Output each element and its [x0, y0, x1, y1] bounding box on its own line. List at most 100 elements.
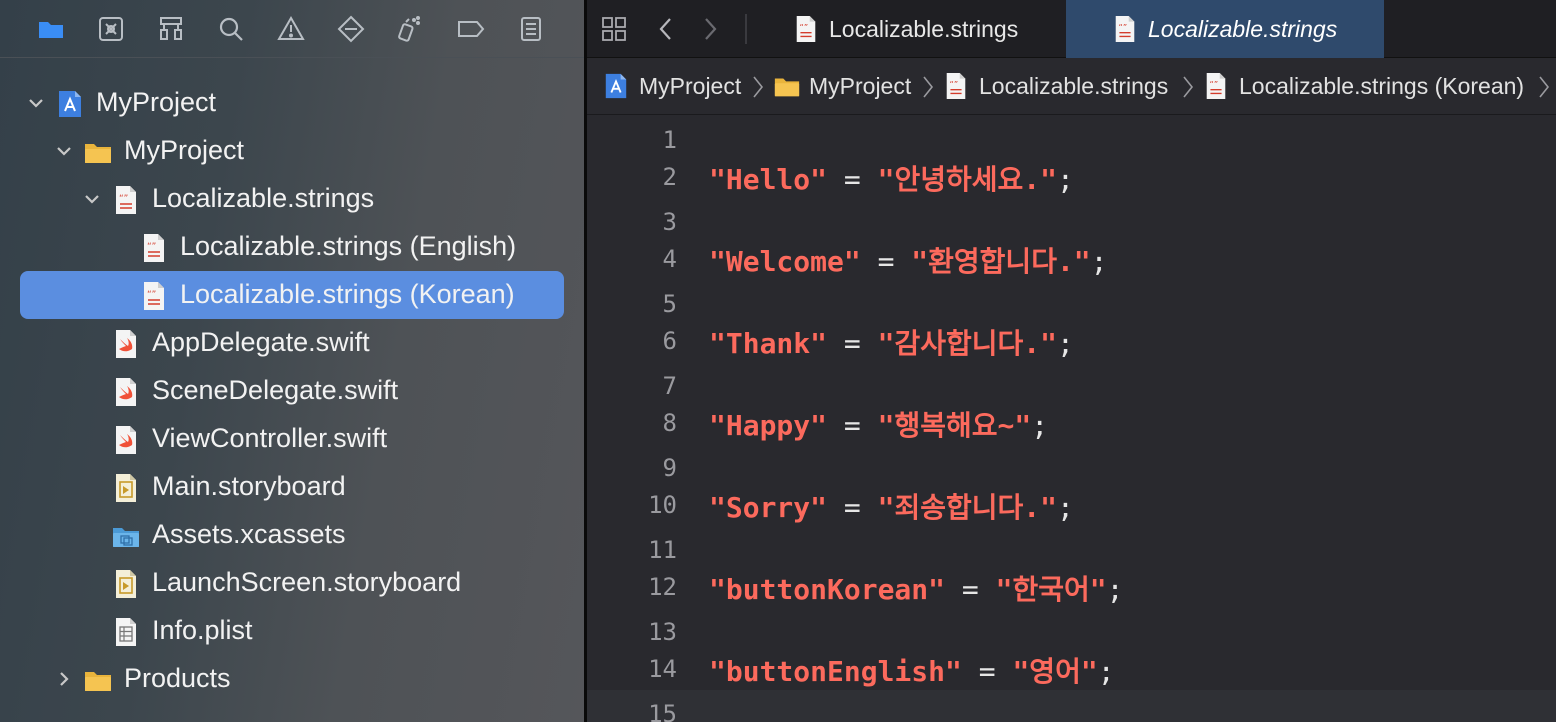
tree-item-appdelegate[interactable]: AppDelegate.swift: [0, 319, 584, 367]
tree-item-project[interactable]: MyProject: [0, 79, 584, 127]
semicolon: ;: [1056, 491, 1074, 524]
assignment-operator: =: [945, 573, 996, 606]
jump-bar: MyProject MyProject “” Localizable.strin…: [587, 58, 1556, 115]
svg-text:“”: “”: [950, 79, 959, 89]
strings-file-icon: “”: [140, 233, 168, 263]
string-key: "Hello": [709, 163, 828, 196]
storyboard-file-icon: [112, 569, 140, 599]
tab-localizable-korean[interactable]: “” Localizable.strings: [1066, 0, 1384, 58]
tab-localizable[interactable]: “” Localizable.strings: [779, 0, 1065, 58]
strings-file-icon: “”: [793, 15, 819, 43]
tree-item-localizable-group[interactable]: “” Localizable.strings: [0, 175, 584, 223]
plist-file-icon: [112, 617, 140, 647]
string-value: "죄송합니다.": [877, 491, 1057, 524]
tree-item-localizable-korean[interactable]: “” Localizable.strings (Korean): [0, 271, 584, 319]
folder-icon: [84, 137, 112, 167]
breakpoint-tag-icon[interactable]: [452, 11, 490, 47]
tree-item-main-storyboard[interactable]: Main.storyboard: [0, 463, 584, 511]
line-number: 13: [648, 618, 677, 646]
code-line[interactable]: "Sorry" = "죄송합니다.";: [709, 486, 1074, 526]
breadcrumb-project[interactable]: MyProject: [639, 73, 741, 100]
chevron-down-icon[interactable]: [52, 139, 76, 163]
tree-item-info-plist[interactable]: Info.plist: [0, 607, 584, 655]
strings-file-icon: “”: [112, 185, 140, 215]
string-value: "한국어": [995, 573, 1107, 606]
back-chevron-icon[interactable]: [649, 12, 683, 46]
tree-item-label: SceneDelegate.swift: [152, 375, 399, 405]
assignment-operator: =: [961, 655, 1013, 688]
strings-file-icon: “”: [943, 72, 971, 102]
line-number: 7: [662, 372, 677, 400]
line-number: 4: [662, 245, 677, 273]
tree-item-folder-myproject[interactable]: MyProject: [0, 127, 584, 175]
folder-icon[interactable]: [32, 11, 70, 47]
line-number: 5: [662, 290, 677, 318]
breadcrumb-separator-icon: [921, 73, 935, 101]
strings-file-icon: “”: [1203, 72, 1231, 102]
breadcrumb-strings-korean[interactable]: Localizable.strings (Korean): [1239, 73, 1524, 100]
svg-text:“”: “”: [800, 22, 809, 32]
line-number: 2: [662, 163, 677, 191]
semicolon: ;: [1056, 163, 1074, 196]
string-key: "Thank": [709, 327, 828, 360]
breadcrumb-folder[interactable]: MyProject: [809, 73, 911, 100]
svg-text:“”: “”: [147, 242, 156, 252]
warning-icon[interactable]: [272, 11, 310, 47]
string-value: "환영합니다.": [911, 245, 1091, 278]
search-icon[interactable]: [212, 11, 250, 47]
strings-file-icon: “”: [140, 281, 168, 311]
tree-item-assets[interactable]: Assets.xcassets: [0, 511, 584, 559]
semicolon: ;: [1097, 655, 1115, 688]
swift-file-icon: [112, 377, 140, 407]
source-control-icon[interactable]: [92, 11, 130, 47]
semicolon: ;: [1031, 409, 1049, 442]
related-items-grid-icon[interactable]: [597, 12, 631, 46]
code-area[interactable]: 1 2 "Hello" = "안녕하세요."; 3 4 "Welcome" = "환영합니…: [587, 115, 1556, 722]
semicolon: ;: [1106, 573, 1124, 606]
tree-item-scenedelegate[interactable]: SceneDelegate.swift: [0, 367, 584, 415]
code-line[interactable]: "buttonKorean" = "한국어";: [709, 568, 1123, 608]
chevron-right-icon[interactable]: [52, 667, 76, 691]
tree-item-label: ViewController.swift: [152, 423, 388, 453]
breadcrumb-separator-icon: [1181, 73, 1195, 101]
code-line[interactable]: "Hello" = "안녕하세요.";: [709, 158, 1074, 198]
svg-text:“”: “”: [119, 194, 128, 204]
assignment-operator: =: [827, 409, 878, 442]
debug-spray-icon[interactable]: [390, 11, 428, 47]
strings-file-icon: “”: [1112, 15, 1138, 43]
code-line[interactable]: "Welcome" = "환영합니다.";: [709, 240, 1108, 280]
storyboard-file-icon: [112, 473, 140, 503]
string-value: "영어": [1012, 655, 1098, 688]
chevron-down-icon[interactable]: [24, 91, 48, 115]
report-list-icon[interactable]: [512, 11, 550, 47]
tree-item-viewcontroller[interactable]: ViewController.swift: [0, 415, 584, 463]
string-value: "감사합니다.": [877, 327, 1057, 360]
string-key: "buttonEnglish": [709, 655, 962, 688]
tree-item-launchscreen[interactable]: LaunchScreen.storyboard: [0, 559, 584, 607]
line-number: 8: [662, 409, 677, 437]
code-line[interactable]: "Thank" = "감사합니다.";: [709, 322, 1074, 362]
project-navigator: MyProject MyProject “” Localizable.strin…: [0, 0, 584, 722]
chevron-down-icon[interactable]: [80, 187, 104, 211]
code-line[interactable]: "buttonEnglish" = "영어";: [709, 650, 1115, 690]
string-key: "Sorry": [709, 491, 828, 524]
symbol-hierarchy-icon[interactable]: [152, 11, 190, 47]
line-number: 1: [662, 126, 677, 154]
tree-item-label: AppDelegate.swift: [152, 327, 370, 357]
semicolon: ;: [1056, 327, 1074, 360]
assets-folder-icon: [112, 521, 140, 551]
tree-item-products[interactable]: Products: [0, 655, 584, 703]
code-line[interactable]: "Happy" = "행복해요~";: [709, 404, 1048, 444]
forward-chevron-icon[interactable]: [693, 12, 727, 46]
tree-item-localizable-english[interactable]: “” Localizable.strings (English): [0, 223, 584, 271]
tree-item-label: Main.storyboard: [152, 471, 346, 501]
svg-text:“”: “”: [1119, 22, 1128, 32]
string-value: "안녕하세요.": [877, 163, 1057, 196]
breadcrumb-strings[interactable]: Localizable.strings: [979, 73, 1168, 100]
navigator-toolbar: [0, 0, 584, 58]
line-number: 9: [662, 454, 677, 482]
tree-item-label: Localizable.strings: [152, 183, 375, 213]
test-diamond-icon[interactable]: [332, 11, 370, 47]
tree-item-label: Info.plist: [152, 615, 253, 645]
assignment-operator: =: [827, 491, 878, 524]
